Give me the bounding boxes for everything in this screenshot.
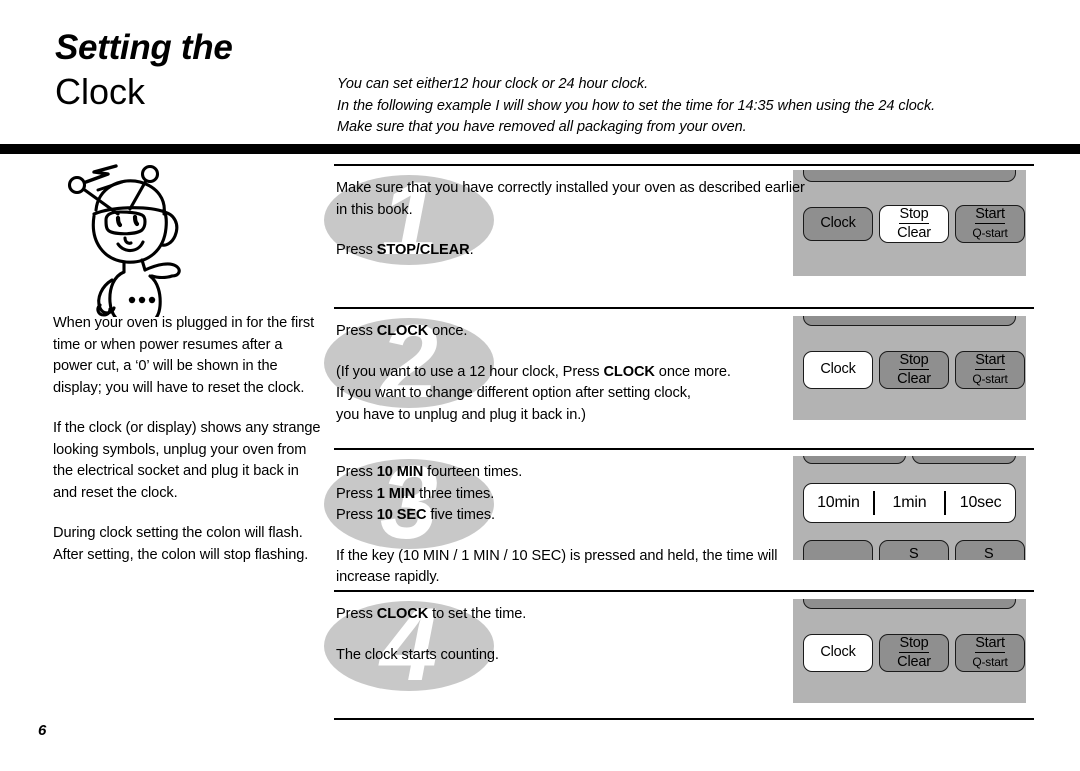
intro-line: Make sure that you have removed all pack… xyxy=(337,119,747,135)
clear-label: Clear xyxy=(897,371,931,387)
left-note-paragraph: When your oven is plugged in for the fir… xyxy=(53,315,315,396)
step-4-line-pre: Press xyxy=(336,606,377,622)
step-3-key-name: 1 MIN xyxy=(376,485,416,502)
clock-button-label: Clock xyxy=(820,361,856,378)
clear-label: Clear xyxy=(897,654,931,670)
step-3-line: Press 10 MIN fourteen times. xyxy=(336,462,806,484)
step-4-line-post: to set the time. xyxy=(428,606,527,622)
stop-clear-button[interactable]: Stop Clear xyxy=(879,205,949,243)
step-1-body: 1 Make sure that you have correctly inst… xyxy=(324,170,806,270)
stop-label: Stop xyxy=(899,635,929,653)
step-2-body: 2 Press CLOCK once. (If you want to use … xyxy=(324,313,806,426)
step-1-line: Press STOP/CLEAR. xyxy=(336,240,806,262)
clock-button-label: Clock xyxy=(820,644,856,661)
step-3-line-pre: Press xyxy=(336,464,377,480)
step-3-key-name: 10 MIN xyxy=(376,464,424,480)
step-4-divider xyxy=(334,590,1034,592)
left-notes-column: When your oven is plugged in for the fir… xyxy=(53,313,325,566)
partial-stop-clear-button[interactable]: S xyxy=(879,540,949,560)
time-button-10min[interactable]: 10min xyxy=(804,494,873,512)
step-2-line-pre: (If you want to use a 12 hour clock, Pre… xyxy=(336,363,604,380)
mascot-character-icon xyxy=(46,152,226,371)
stop-label: Stop xyxy=(899,206,929,224)
start-label: Start xyxy=(975,206,1005,224)
page-title-line-2: Clock xyxy=(55,71,146,112)
start-qstart-button[interactable]: Start Q-start xyxy=(955,205,1025,243)
step-4-line: Press CLOCK to set the time. xyxy=(336,604,806,626)
partial-display-button[interactable] xyxy=(803,316,1016,326)
left-note-paragraph: If the clock (or display) shows any stra… xyxy=(53,420,321,501)
step-2-line: Press CLOCK once. xyxy=(336,321,806,343)
left-note-paragraph: During clock setting the colon will flas… xyxy=(53,525,309,563)
step-4-body: 4 Press CLOCK to set the time. The clock… xyxy=(324,596,806,696)
intro-text: You can set either12 hour clock or 24 ho… xyxy=(337,74,1037,139)
step-2-line: (If you want to use a 12 hour clock, Pre… xyxy=(336,362,806,384)
clock-button[interactable]: Clock xyxy=(803,207,873,241)
step-1-key-name: STOP/CLEAR xyxy=(376,242,470,258)
step-1-divider xyxy=(334,164,1034,166)
page-number: 6 xyxy=(38,722,47,739)
step-2-key-name: CLOCK xyxy=(376,323,429,339)
clock-button[interactable]: Clock xyxy=(803,634,873,672)
step-3-line-post: three times. xyxy=(415,485,495,502)
qstart-label: Q-start xyxy=(972,226,1008,240)
step-3-line-post: fourteen times. xyxy=(423,464,523,480)
partial-clock-button[interactable] xyxy=(803,540,873,560)
stop-clear-button[interactable]: Stop Clear xyxy=(879,634,949,672)
partial-display-button[interactable] xyxy=(803,599,1016,609)
start-qstart-button[interactable]: Start Q-start xyxy=(955,351,1025,389)
step-3-key-name: 10 SEC xyxy=(376,507,427,523)
step-2-key-name: CLOCK xyxy=(603,363,655,380)
step-2-divider xyxy=(334,307,1034,309)
partial-button-right[interactable] xyxy=(912,456,1016,464)
step-2-line-post: once. xyxy=(428,323,468,339)
partial-start-button[interactable]: S xyxy=(955,540,1025,560)
page-title-line-1: Setting the xyxy=(55,28,233,67)
qstart-label: Q-start xyxy=(972,655,1008,669)
page-title: Setting the Clock xyxy=(55,28,325,114)
page-header: Setting the Clock You can set either12 h… xyxy=(0,0,1080,154)
stop-clear-button[interactable]: Stop Clear xyxy=(879,351,949,389)
start-label: Start xyxy=(975,635,1005,653)
step-2-line: you have to unplug and plug it back in.) xyxy=(336,406,586,423)
step-2-line: If you want to change different option a… xyxy=(336,385,691,401)
step-3-line: If the key (10 MIN / 1 MIN / 10 SEC) is … xyxy=(336,547,778,586)
time-button-1min[interactable]: 1min xyxy=(875,494,944,512)
partial-button-left[interactable] xyxy=(803,456,906,464)
step-3-line-pre: Press xyxy=(336,507,377,523)
step-1-line-pre: Press xyxy=(336,242,377,258)
intro-line: You can set either12 hour clock or 24 ho… xyxy=(337,76,649,92)
qstart-label: Q-start xyxy=(972,372,1008,386)
panel-step-2: Clock Stop Clear Start Q-start xyxy=(793,316,1026,420)
footer-divider xyxy=(334,718,1034,720)
start-qstart-button[interactable]: Start Q-start xyxy=(955,634,1025,672)
stop-label: Stop xyxy=(899,352,929,370)
clock-button[interactable]: Clock xyxy=(803,351,873,389)
step-3-line-pre: Press xyxy=(336,485,377,502)
step-4-key-name: CLOCK xyxy=(376,606,429,622)
panel-step-1: Clock Stop Clear Start Q-start xyxy=(793,170,1026,276)
partial-start-label: S xyxy=(984,546,994,560)
step-2-line-post: once more. xyxy=(654,363,731,380)
panel-step-3: 10min 1min 10sec S S xyxy=(793,456,1026,560)
step-3-line: Press 10 SEC five times. xyxy=(336,505,806,527)
start-label: Start xyxy=(975,352,1005,370)
partial-display-button[interactable] xyxy=(803,170,1016,182)
step-3-body: 3 Press 10 MIN fourteen times. Press 1 M… xyxy=(324,454,806,589)
step-3-line: Press 1 MIN three times. xyxy=(336,484,806,506)
time-buttons-row[interactable]: 10min 1min 10sec xyxy=(803,483,1016,523)
intro-line: In the following example I will show you… xyxy=(337,97,936,114)
partial-stop-label: S xyxy=(909,546,919,560)
time-button-10sec[interactable]: 10sec xyxy=(946,494,1015,512)
clock-button-label: Clock xyxy=(820,215,856,232)
step-3-divider xyxy=(334,448,1034,450)
panel-step-4: Clock Stop Clear Start Q-start xyxy=(793,599,1026,703)
step-1-line: Make sure that you have correctly instal… xyxy=(336,180,805,218)
step-4-line: The clock starts counting. xyxy=(336,646,499,663)
clear-label: Clear xyxy=(897,225,931,241)
step-1-line-post: . xyxy=(469,242,474,258)
step-2-line-pre: Press xyxy=(336,323,377,339)
step-3-line-post: five times. xyxy=(426,507,496,523)
